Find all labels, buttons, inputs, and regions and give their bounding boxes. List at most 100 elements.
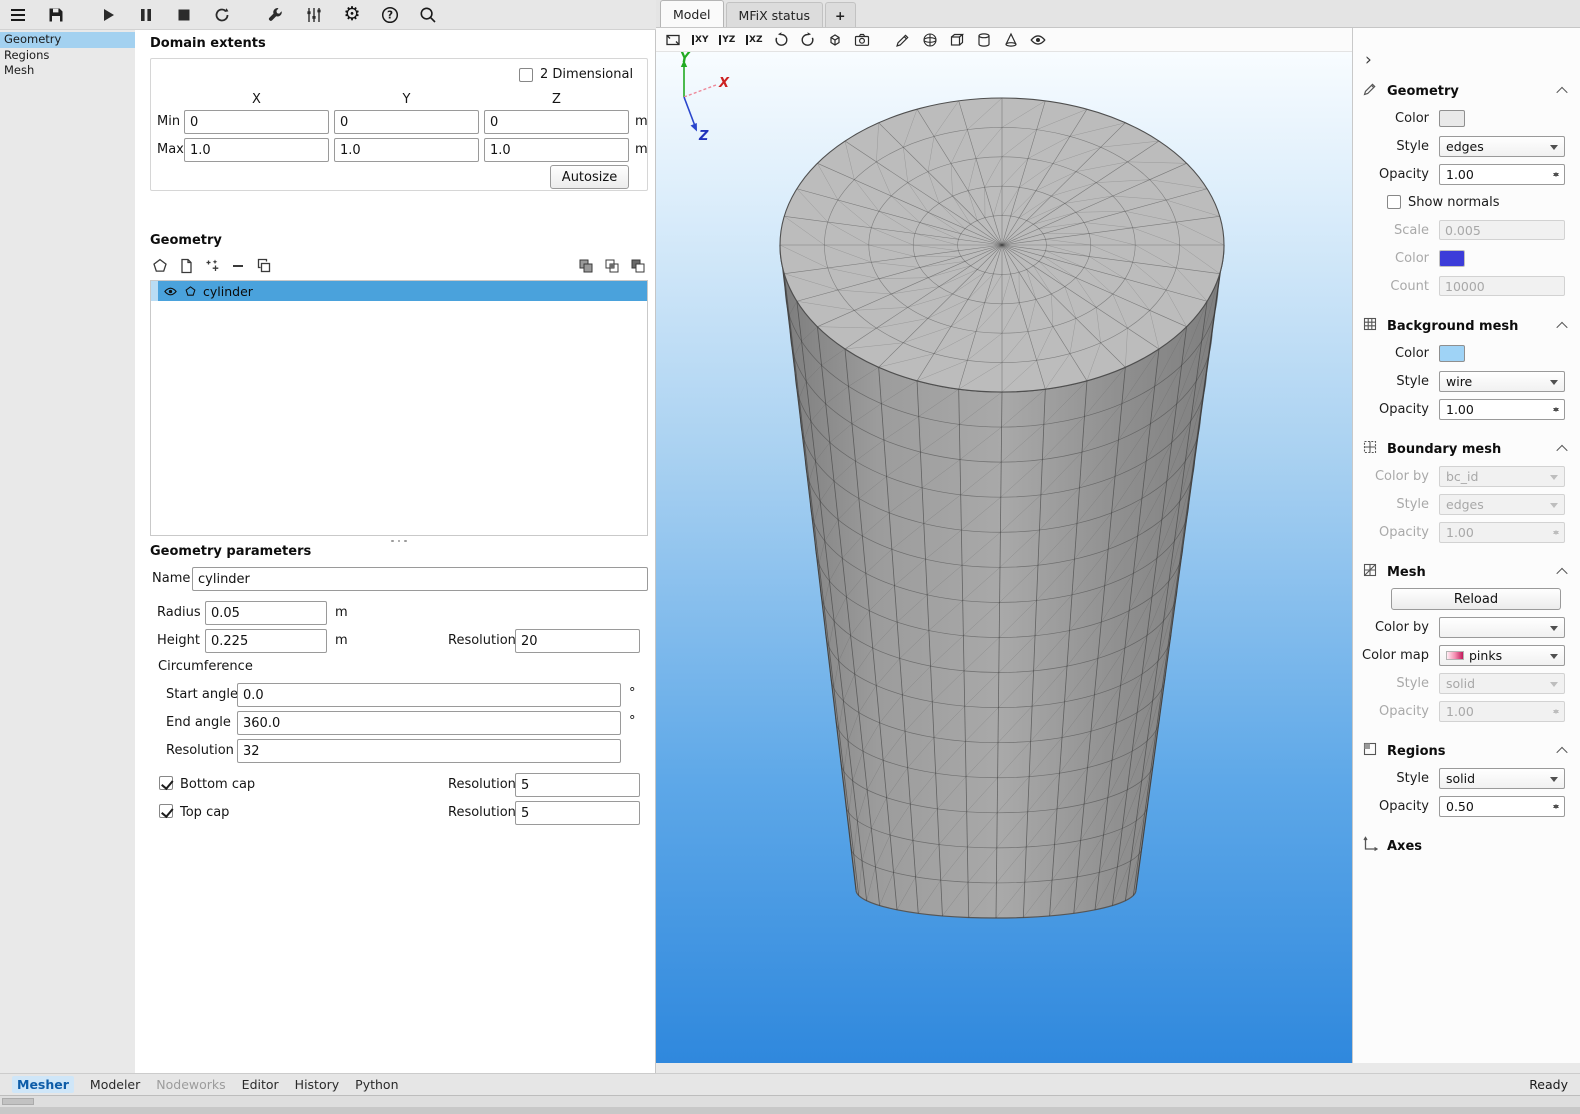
background-mesh-opacity-spinner[interactable]: 1.00 — [1439, 399, 1565, 420]
search-icon[interactable] — [416, 3, 440, 27]
view-xy-icon[interactable]: XY — [690, 30, 710, 50]
globe-icon[interactable] — [920, 30, 940, 50]
wrench-icon[interactable] — [264, 3, 288, 27]
menu-button[interactable] — [6, 3, 30, 27]
height-input[interactable] — [205, 629, 327, 653]
mode-history[interactable]: History — [295, 1077, 339, 1092]
min-z-input[interactable] — [484, 110, 629, 134]
bottom-cap-resolution-input[interactable] — [515, 773, 640, 797]
run-button[interactable] — [96, 3, 120, 27]
geometry-opacity-spinner[interactable]: 1.00 — [1439, 164, 1565, 185]
geometry-list-item-cylinder[interactable]: cylinder — [151, 281, 647, 301]
collapse-caret-icon[interactable] — [1556, 87, 1567, 98]
sidebar-item-mesh[interactable]: Mesh — [0, 63, 135, 79]
two-dimensional-label: 2 Dimensional — [540, 67, 633, 82]
circ-resolution-input[interactable] — [237, 739, 621, 763]
top-cap-resolution-input[interactable] — [515, 801, 640, 825]
stop-button[interactable] — [172, 3, 196, 27]
color-by-label: Color by — [1353, 620, 1429, 635]
reload-mesh-button[interactable]: Reload — [1391, 588, 1561, 610]
geometry-form-panel: Domain extents 2 Dimensional X Y Z Min m… — [135, 30, 656, 1073]
panel-collapse-icon[interactable]: › — [1365, 52, 1372, 69]
gear-icon[interactable]: ⚙ — [340, 3, 364, 27]
help-icon[interactable]: ? — [378, 3, 402, 27]
max-label: Max — [157, 142, 184, 157]
tab-model[interactable]: Model — [660, 0, 724, 27]
geometry-style-select[interactable]: edges — [1439, 136, 1565, 157]
visibility-eye-icon[interactable] — [163, 285, 178, 298]
show-normals-checkbox[interactable] — [1387, 195, 1401, 209]
domain-extents-title: Domain extents — [150, 36, 266, 51]
top-cap-checkbox[interactable] — [159, 804, 173, 818]
regions-opacity-spinner[interactable]: 0.50 — [1439, 796, 1565, 817]
collapse-caret-icon[interactable] — [1556, 747, 1567, 758]
copy-geometry-icon[interactable] — [254, 256, 274, 276]
mode-editor[interactable]: Editor — [242, 1077, 279, 1092]
mode-python[interactable]: Python — [355, 1077, 398, 1092]
sidebar-item-regions[interactable]: Regions — [0, 48, 135, 64]
toggle-geometry-icon[interactable] — [893, 30, 913, 50]
resolution-input[interactable] — [515, 629, 640, 653]
view-xz-icon[interactable]: XZ — [744, 30, 764, 50]
mesh-color-map-select[interactable]: pinks — [1439, 645, 1565, 666]
tab-add-button[interactable]: + — [825, 2, 855, 27]
pause-button[interactable] — [134, 3, 158, 27]
min-x-input[interactable] — [184, 110, 329, 134]
cylinder-icon[interactable] — [974, 30, 994, 50]
mesh-color-by-select[interactable] — [1439, 617, 1565, 638]
sidebar-item-geometry[interactable]: Geometry — [0, 32, 135, 48]
background-mesh-color-swatch[interactable] — [1439, 345, 1465, 362]
bottom-cap-checkbox[interactable] — [159, 776, 173, 790]
settings-sliders-icon[interactable] — [302, 3, 326, 27]
two-dimensional-checkbox[interactable] — [519, 68, 533, 82]
union-icon[interactable] — [576, 256, 596, 276]
max-unit-label: m — [635, 142, 648, 157]
3d-viewport[interactable]: Y X Z — [656, 52, 1352, 1063]
start-angle-input[interactable] — [237, 683, 621, 707]
geometry-pencil-icon — [1362, 81, 1378, 101]
collapse-caret-icon[interactable] — [1556, 322, 1567, 333]
perspective-icon[interactable] — [825, 30, 845, 50]
section-axes: Axes — [1353, 833, 1580, 859]
eye-icon[interactable] — [1028, 30, 1048, 50]
cube-icon[interactable] — [947, 30, 967, 50]
max-z-input[interactable] — [484, 138, 629, 162]
count-label: Count — [1353, 279, 1429, 294]
mode-modeler[interactable]: Modeler — [90, 1077, 140, 1092]
circ-resolution-label: Resolution — [166, 743, 234, 758]
save-button[interactable] — [44, 3, 68, 27]
add-geometry-icon[interactable] — [150, 256, 170, 276]
max-y-input[interactable] — [334, 138, 479, 162]
color-label: Color — [1353, 111, 1429, 126]
name-input[interactable] — [192, 567, 648, 591]
radius-input[interactable] — [205, 601, 327, 625]
boundary-opacity-spinner: 1.00 — [1439, 522, 1565, 543]
color-label: Color — [1353, 346, 1429, 361]
tab-mfix-status[interactable]: MFiX status — [726, 2, 823, 27]
reset-camera-icon[interactable] — [663, 30, 683, 50]
geometry-color-swatch[interactable] — [1439, 110, 1465, 127]
opacity-label: Opacity — [1353, 799, 1429, 814]
mode-mesher[interactable]: Mesher — [12, 1076, 74, 1093]
view-yz-icon[interactable]: YZ — [717, 30, 737, 50]
cone-icon[interactable] — [1001, 30, 1021, 50]
end-angle-input[interactable] — [237, 711, 621, 735]
max-x-input[interactable] — [184, 138, 329, 162]
background-mesh-style-select[interactable]: wire — [1439, 371, 1565, 392]
intersect-icon[interactable] — [602, 256, 622, 276]
min-y-input[interactable] — [334, 110, 479, 134]
collapse-caret-icon[interactable] — [1556, 445, 1567, 456]
screenshot-camera-icon[interactable] — [852, 30, 872, 50]
remove-geometry-icon[interactable] — [228, 256, 248, 276]
geometry-item-label: cylinder — [203, 284, 253, 299]
regions-style-select[interactable]: solid — [1439, 768, 1565, 789]
rotate-cw-icon[interactable] — [798, 30, 818, 50]
procedural-wand-icon[interactable] — [202, 256, 222, 276]
section-background-mesh: Background mesh Color Style wire Opacity… — [1353, 313, 1580, 423]
reset-button[interactable] — [210, 3, 234, 27]
rotate-ccw-icon[interactable] — [771, 30, 791, 50]
collapse-caret-icon[interactable] — [1556, 568, 1567, 579]
import-geometry-icon[interactable] — [176, 256, 196, 276]
autosize-button[interactable]: Autosize — [550, 165, 629, 189]
difference-icon[interactable] — [628, 256, 648, 276]
